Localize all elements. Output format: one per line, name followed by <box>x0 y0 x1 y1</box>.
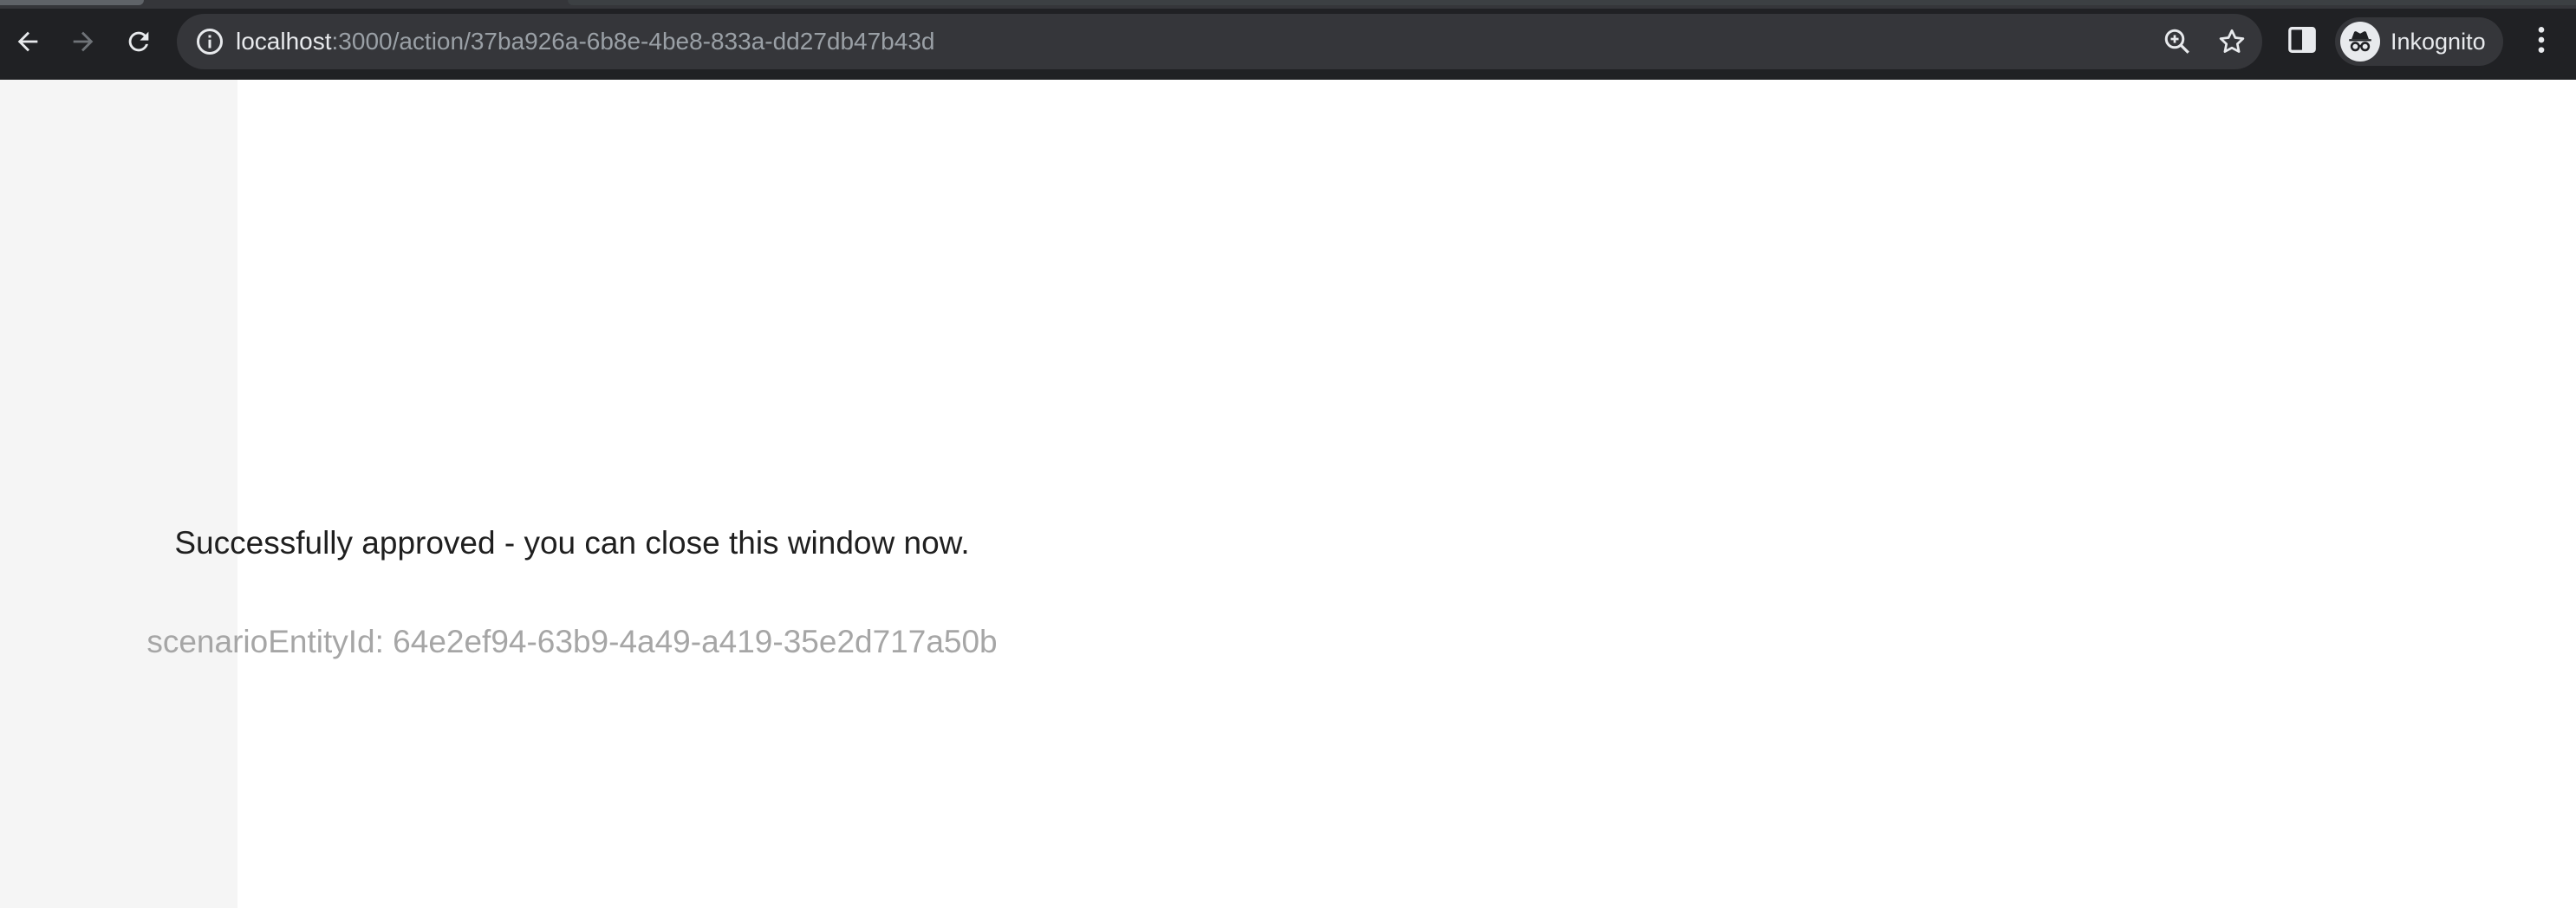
url-host: localhost <box>236 28 332 55</box>
main-content: Successfully approved - you can close th… <box>146 80 2576 908</box>
tab-edge <box>568 0 2576 5</box>
reload-icon <box>128 31 149 52</box>
profile-label: Inkognito <box>2391 29 2486 55</box>
back-button[interactable] <box>5 19 50 64</box>
sidebar <box>0 80 237 908</box>
forward-button[interactable] <box>61 19 106 64</box>
kebab-menu-icon[interactable] <box>2524 23 2559 57</box>
url-text[interactable]: localhost:3000/action/37ba926a-6b8e-4be8… <box>236 14 934 69</box>
scenario-entity-id: scenarioEntityId: 64e2ef94-63b9-4a49-a41… <box>146 624 998 659</box>
zoom-in-icon[interactable] <box>2162 26 2193 57</box>
address-bar[interactable]: localhost:3000/action/37ba926a-6b8e-4be8… <box>177 14 2262 69</box>
tab-strip <box>0 0 2576 9</box>
reload-button[interactable] <box>116 19 161 64</box>
tab-edge <box>0 0 144 5</box>
info-icon[interactable] <box>194 26 225 57</box>
arrow-left-icon <box>17 31 38 52</box>
star-icon[interactable] <box>2216 26 2247 57</box>
arrow-right-icon <box>73 31 94 52</box>
side-panel-icon[interactable] <box>2285 23 2319 57</box>
url-path: :3000/action/37ba926a-6b8e-4be8-833a-dd2… <box>331 28 935 55</box>
browser-toolbar: localhost:3000/action/37ba926a-6b8e-4be8… <box>0 0 2576 80</box>
success-message: Successfully approved - you can close th… <box>174 525 970 561</box>
incognito-icon <box>2340 22 2380 62</box>
profile-button[interactable]: Inkognito <box>2335 17 2503 66</box>
